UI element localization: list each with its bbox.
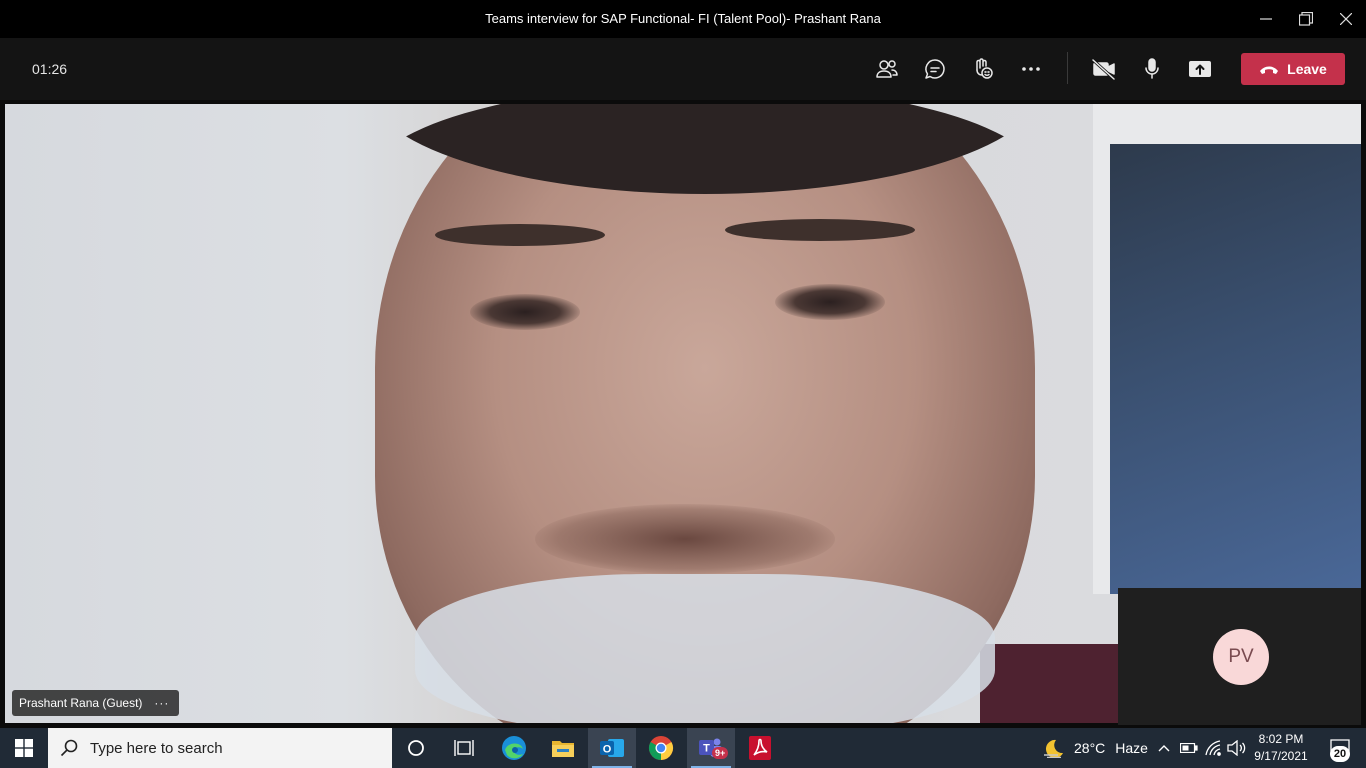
task-view-button[interactable]: [440, 728, 488, 768]
more-actions-button[interactable]: [1013, 51, 1049, 87]
restore-icon: [1299, 12, 1313, 26]
weather-condition: Haze: [1115, 740, 1148, 756]
taskbar-search-box[interactable]: Type here to search: [48, 728, 392, 768]
windows-taskbar: Type here to search O T 9+ 28°C Haze 8:0…: [0, 728, 1366, 768]
camera-toggle-button[interactable]: [1086, 51, 1122, 87]
close-icon: [1340, 13, 1352, 25]
background-window: [1110, 144, 1361, 594]
title-bar: Teams interview for SAP Functional- FI (…: [0, 0, 1366, 38]
taskbar-file-explorer[interactable]: [539, 728, 587, 768]
taskbar-edge[interactable]: [490, 728, 538, 768]
call-timer: 01:26: [32, 61, 68, 77]
share-icon: [1189, 61, 1211, 77]
leave-label: Leave: [1287, 61, 1327, 77]
action-center-button[interactable]: 20: [1318, 728, 1362, 768]
clock-date: 9/17/2021: [1254, 749, 1308, 763]
chat-icon: [925, 59, 945, 79]
cortana-icon: [408, 740, 424, 756]
participants-icon: [876, 60, 898, 78]
weather-temperature: 28°C: [1074, 740, 1106, 756]
camera-off-icon: [1091, 58, 1116, 81]
meeting-toolbar: 01:26 Leave: [0, 38, 1366, 100]
teams-badge: 9+: [712, 747, 729, 759]
participant-name: Prashant Rana (Guest): [19, 696, 143, 710]
microphone-icon: [1145, 58, 1159, 79]
taskbar-teams[interactable]: T 9+: [687, 728, 735, 768]
start-button[interactable]: [0, 728, 48, 768]
video-stage: Prashant Rana (Guest) ··· PV: [0, 100, 1366, 725]
shirt-shape: [980, 644, 1130, 723]
window-title: Teams interview for SAP Functional- FI (…: [485, 11, 881, 26]
chevron-up-icon: [1158, 745, 1170, 752]
taskbar-acrobat[interactable]: [736, 728, 784, 768]
microphone-button[interactable]: [1134, 51, 1170, 87]
more-icon: [1022, 67, 1040, 71]
search-icon: [60, 739, 78, 757]
volume-button[interactable]: [1226, 728, 1248, 768]
cortana-button[interactable]: [392, 728, 440, 768]
task-view-icon: [454, 740, 474, 756]
wifi-icon: [1205, 740, 1221, 756]
svg-text:T: T: [703, 743, 710, 755]
toolbar-divider: [1067, 52, 1068, 84]
taskbar-clock[interactable]: 8:02 PM 9/17/2021: [1248, 731, 1314, 765]
acrobat-icon: [749, 736, 771, 760]
notification-count: 20: [1330, 746, 1350, 762]
edge-icon: [502, 736, 526, 760]
battery-icon: [1180, 743, 1198, 753]
show-hidden-icons-button[interactable]: [1154, 728, 1174, 768]
clock-time: 8:02 PM: [1258, 732, 1304, 746]
chat-button[interactable]: [917, 51, 953, 87]
participant-name-tag: Prashant Rana (Guest) ···: [12, 690, 180, 716]
leave-button[interactable]: Leave: [1241, 53, 1345, 85]
reactions-icon: [976, 58, 993, 79]
left-eyebrow: [435, 224, 605, 246]
left-eye: [470, 294, 580, 330]
mustache: [535, 504, 835, 574]
minimize-icon: [1260, 18, 1272, 20]
network-button[interactable]: [1203, 728, 1225, 768]
battery-button[interactable]: [1178, 728, 1200, 768]
windows-start-icon: [15, 739, 33, 757]
self-view-tile[interactable]: PV: [1118, 588, 1361, 725]
hang-up-icon: [1260, 66, 1279, 74]
close-button[interactable]: [1323, 0, 1366, 38]
share-content-button[interactable]: [1182, 51, 1218, 87]
speaker-icon: [1227, 740, 1246, 756]
moon-haze-icon: [1044, 739, 1063, 758]
file-explorer-icon: [552, 741, 574, 757]
right-eye: [775, 284, 885, 320]
participant-more-button[interactable]: ···: [154, 696, 169, 710]
avatar: PV: [1213, 629, 1269, 685]
chrome-icon: [648, 736, 674, 760]
reactions-button[interactable]: [965, 51, 1001, 87]
participants-button[interactable]: [869, 51, 905, 87]
taskbar-chrome[interactable]: [637, 728, 685, 768]
svg-text:O: O: [603, 744, 612, 756]
right-eyebrow: [725, 219, 915, 241]
taskbar-outlook[interactable]: O: [588, 728, 636, 768]
face-mask: [415, 574, 995, 723]
weather-widget[interactable]: 28°C Haze: [1042, 728, 1148, 768]
avatar-initials: PV: [1228, 646, 1254, 667]
outlook-icon: O: [600, 739, 624, 757]
search-placeholder: Type here to search: [90, 739, 223, 757]
